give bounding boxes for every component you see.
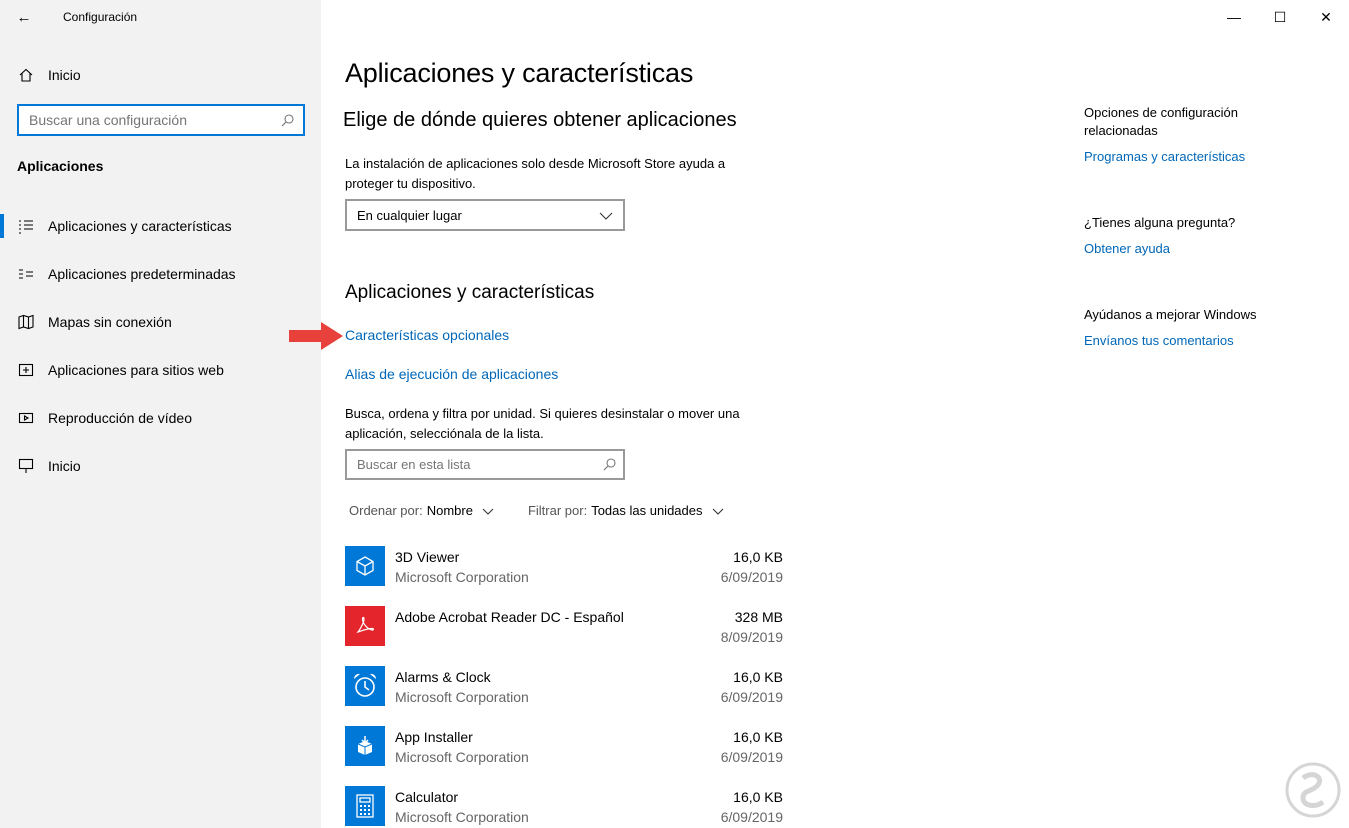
app-date: 6/09/2019 bbox=[720, 569, 783, 585]
app-list-item-adobe-acrobat[interactable]: Adobe Acrobat Reader DC - Español 328 MB… bbox=[345, 603, 785, 663]
dropdown-value: En cualquier lugar bbox=[357, 207, 462, 223]
minimize-icon: — bbox=[1227, 9, 1241, 25]
app-publisher: Microsoft Corporation bbox=[395, 749, 529, 765]
optional-features-link[interactable]: Características opcionales bbox=[345, 327, 509, 343]
alarm-clock-icon bbox=[345, 666, 385, 706]
improve-windows-title: Ayúdanos a mejorar Windows bbox=[1084, 307, 1257, 322]
section-title: Aplicaciones bbox=[17, 158, 104, 174]
app-size: 16,0 KB bbox=[733, 669, 783, 685]
get-help-link[interactable]: Obtener ayuda bbox=[1084, 241, 1170, 256]
maximize-icon: ☐ bbox=[1273, 8, 1287, 25]
apps-features-icon bbox=[0, 218, 48, 234]
default-apps-icon bbox=[0, 266, 48, 282]
app-date: 6/09/2019 bbox=[720, 809, 783, 825]
app-list-item-3d-viewer[interactable]: 3D Viewer Microsoft Corporation 16,0 KB … bbox=[345, 543, 785, 603]
sidebar-item-label: Reproducción de vídeo bbox=[48, 410, 192, 426]
titlebar: ← Configuración bbox=[0, 0, 321, 34]
watermark-logo-icon bbox=[1285, 762, 1341, 818]
sidebar-item-offline-maps[interactable]: Mapas sin conexión bbox=[0, 298, 321, 346]
home-nav-item[interactable]: Inicio bbox=[0, 58, 321, 92]
maximize-button[interactable]: ☐ bbox=[1257, 0, 1303, 34]
app-date: 6/09/2019 bbox=[720, 689, 783, 705]
app-publisher: Microsoft Corporation bbox=[395, 689, 529, 705]
page-title: Aplicaciones y características bbox=[345, 58, 694, 88]
apps-websites-icon bbox=[0, 362, 48, 378]
search-icon[interactable] bbox=[595, 458, 623, 471]
app-list-item-alarms-clock[interactable]: Alarms & Clock Microsoft Corporation 16,… bbox=[345, 663, 785, 723]
filter-by-dropdown[interactable]: Filtrar por: Todas las unidades bbox=[528, 503, 724, 518]
app-name: App Installer bbox=[395, 729, 473, 745]
sidebar-nav: Aplicaciones y características Aplicacio… bbox=[0, 202, 321, 442]
apps-features-heading: Aplicaciones y características bbox=[345, 282, 595, 303]
sort-by-dropdown[interactable]: Ordenar por: Nombre bbox=[349, 503, 494, 518]
sidebar-item-label: Inicio bbox=[48, 458, 81, 474]
sidebar-item-apps-features[interactable]: Aplicaciones y características bbox=[0, 202, 321, 250]
related-settings-pane: Opciones de configuración relacionadas P… bbox=[1084, 104, 1284, 350]
close-icon: ✕ bbox=[1320, 8, 1332, 25]
sort-filter-row: Ordenar por: Nombre Filtrar por: Todas l… bbox=[349, 503, 724, 518]
related-settings-title: Opciones de configuración relacionadas bbox=[1084, 105, 1238, 138]
app-execution-alias-link[interactable]: Alias de ejecución de aplicaciones bbox=[345, 366, 558, 382]
red-arrow-icon bbox=[289, 322, 343, 350]
home-icon bbox=[0, 67, 52, 83]
video-playback-icon bbox=[0, 410, 48, 426]
app-size: 16,0 KB bbox=[733, 729, 783, 745]
app-name: Adobe Acrobat Reader DC - Español bbox=[395, 609, 624, 625]
sidebar-item-default-apps[interactable]: Aplicaciones predeterminadas bbox=[0, 250, 321, 298]
app-list-item-calculator[interactable]: Calculator Microsoft Corporation 16,0 KB… bbox=[345, 783, 785, 828]
sidebar-item-label: Aplicaciones y características bbox=[48, 218, 232, 234]
send-feedback-link[interactable]: Envíanos tus comentarios bbox=[1084, 333, 1234, 348]
app-name: Calculator bbox=[395, 789, 459, 805]
app-publisher: Microsoft Corporation bbox=[395, 809, 529, 825]
startup-icon bbox=[0, 458, 48, 474]
app-size: 328 MB bbox=[734, 609, 783, 625]
list-description: Busca, ordena y filtra por unidad. Si qu… bbox=[345, 406, 740, 441]
offline-maps-icon bbox=[0, 314, 48, 330]
programs-features-link[interactable]: Programas y características bbox=[1084, 149, 1245, 164]
list-search-box[interactable] bbox=[345, 449, 625, 480]
choose-source-title: Elige de dónde quieres obtener aplicacio… bbox=[343, 109, 737, 131]
app-name: 3D Viewer bbox=[395, 549, 460, 565]
calculator-icon bbox=[345, 786, 385, 826]
sidebar-item-label: Aplicaciones predeterminadas bbox=[48, 266, 236, 282]
3d-viewer-icon bbox=[345, 546, 385, 586]
chevron-down-icon bbox=[482, 503, 494, 518]
choose-source-description: La instalación de aplicaciones solo desd… bbox=[345, 156, 726, 191]
app-size: 16,0 KB bbox=[733, 549, 783, 565]
sidebar-item-label: Mapas sin conexión bbox=[48, 314, 172, 330]
filter-value: Todas las unidades bbox=[591, 503, 703, 518]
list-search-input[interactable] bbox=[357, 457, 595, 472]
install-source-dropdown[interactable]: En cualquier lugar bbox=[345, 199, 625, 231]
app-date: 8/09/2019 bbox=[720, 629, 783, 645]
app-list-item-app-installer[interactable]: App Installer Microsoft Corporation 16,0… bbox=[345, 723, 785, 783]
back-arrow-icon: ← bbox=[16, 8, 32, 26]
chevron-down-icon bbox=[599, 208, 613, 223]
close-button[interactable]: ✕ bbox=[1303, 0, 1349, 34]
sidebar-item-apps-websites[interactable]: Aplicaciones para sitios web bbox=[0, 346, 321, 394]
chevron-down-icon bbox=[712, 503, 724, 518]
settings-search-box[interactable] bbox=[17, 104, 305, 136]
search-icon[interactable] bbox=[271, 113, 303, 127]
app-installer-icon bbox=[345, 726, 385, 766]
home-label: Inicio bbox=[48, 67, 81, 83]
sort-value: Nombre bbox=[426, 503, 473, 518]
sidebar-item-startup[interactable]: Inicio bbox=[0, 442, 321, 490]
app-size: 16,0 KB bbox=[733, 789, 783, 805]
window-controls: — ☐ ✕ bbox=[1211, 0, 1349, 34]
question-title: ¿Tienes alguna pregunta? bbox=[1084, 215, 1236, 230]
minimize-button[interactable]: — bbox=[1211, 0, 1257, 34]
app-date: 6/09/2019 bbox=[720, 749, 783, 765]
sidebar-item-video-playback[interactable]: Reproducción de vídeo bbox=[0, 394, 321, 442]
filter-key: Filtrar por: bbox=[527, 503, 588, 518]
app-list: 3D Viewer Microsoft Corporation 16,0 KB … bbox=[345, 543, 785, 828]
adobe-acrobat-icon bbox=[345, 606, 385, 646]
window-title: Configuración bbox=[63, 10, 138, 24]
app-name: Alarms & Clock bbox=[395, 669, 491, 685]
app-publisher: Microsoft Corporation bbox=[395, 569, 529, 585]
settings-search-input[interactable] bbox=[29, 112, 271, 128]
sort-key: Ordenar por: bbox=[349, 503, 423, 518]
sidebar-item-label: Aplicaciones para sitios web bbox=[48, 362, 224, 378]
sidebar: ← Configuración Inicio Aplicaciones Apli… bbox=[0, 0, 321, 828]
back-button[interactable]: ← bbox=[0, 0, 48, 34]
